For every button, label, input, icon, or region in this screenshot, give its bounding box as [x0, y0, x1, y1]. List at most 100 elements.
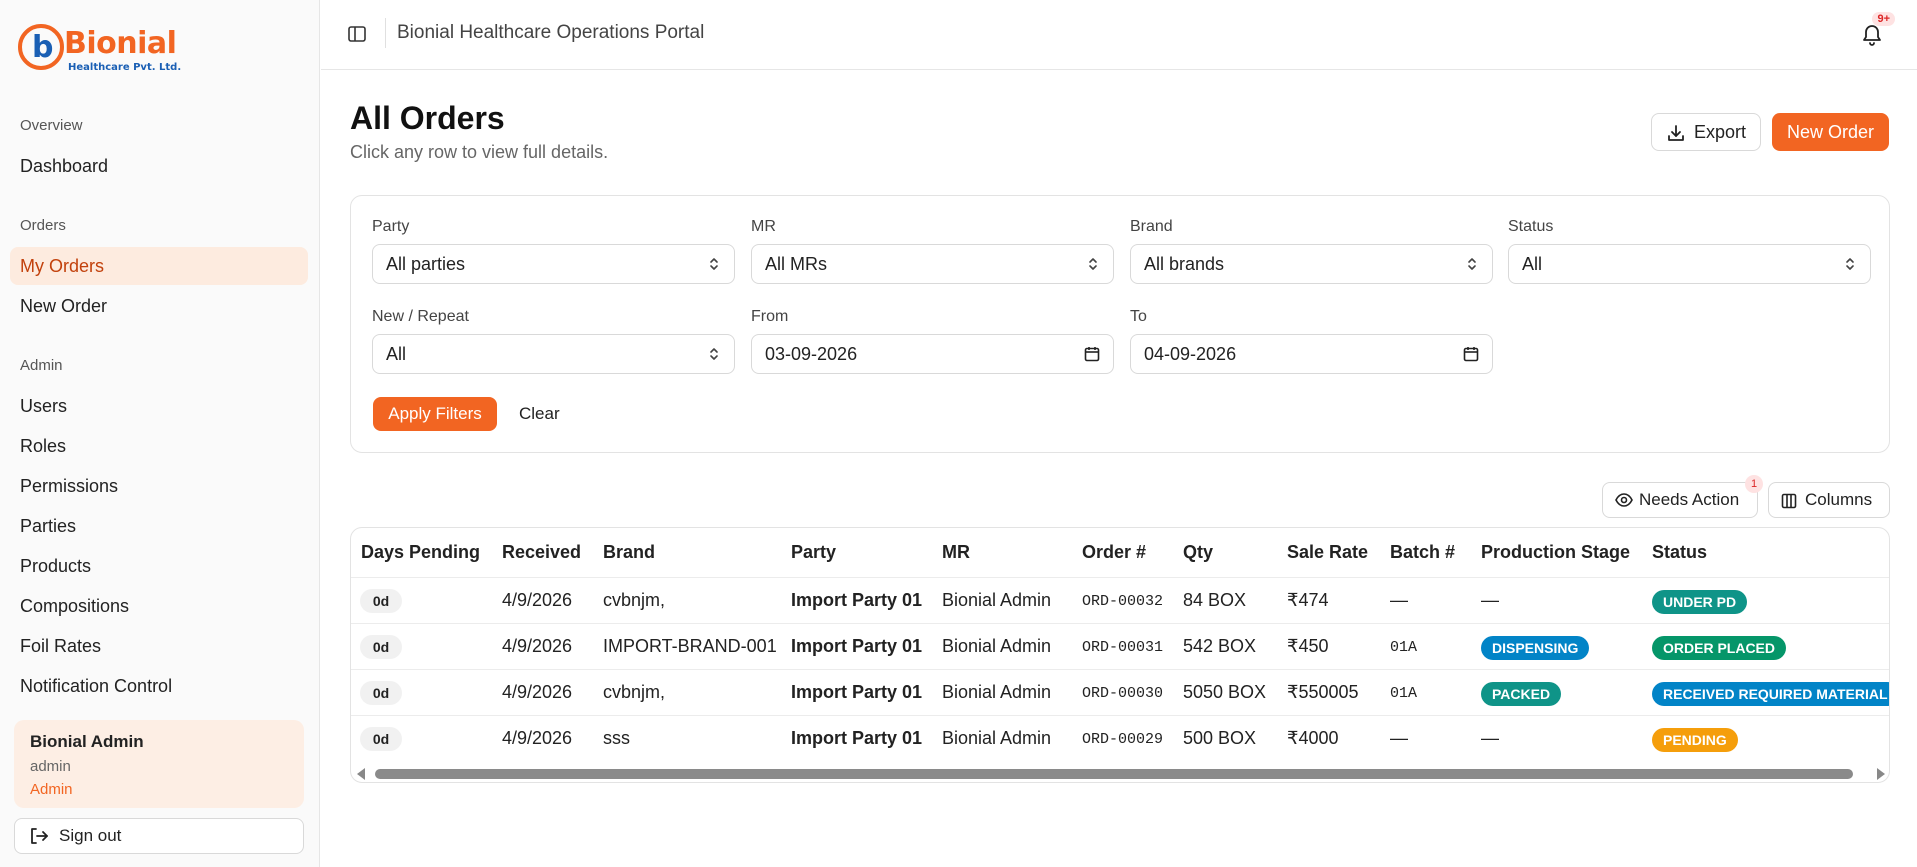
sidebar-toggle-icon[interactable] — [347, 24, 367, 44]
scrollbar-thumb[interactable] — [375, 769, 1853, 779]
column-header-received[interactable]: Received — [502, 542, 581, 563]
logo-tagline: Healthcare Pvt. Ltd. — [68, 62, 182, 73]
chevron-up-down-icon — [710, 258, 718, 270]
received-date: 4/9/2026 — [502, 728, 573, 748]
chevron-up-down-icon — [1468, 258, 1476, 270]
status-badge: PENDING — [1652, 728, 1738, 752]
export-button[interactable]: Export — [1651, 113, 1761, 151]
chevron-up-down-icon — [1846, 258, 1854, 270]
calendar-icon[interactable] — [1463, 346, 1479, 362]
user-login: admin — [30, 758, 71, 775]
qty-cell: 84 BOX — [1183, 590, 1247, 610]
qty-cell: 542 BOX — [1183, 636, 1257, 656]
table-row[interactable]: 0d 4/9/2026 sss Import Party 01 Bionial … — [351, 715, 1889, 761]
batch-number-cell: 01A — [1390, 639, 1418, 656]
sidebar-item-my-orders[interactable]: My Orders — [10, 247, 308, 285]
party-select[interactable]: All parties — [372, 244, 735, 284]
topbar-divider — [385, 18, 386, 48]
sidebar-item-dashboard[interactable]: Dashboard — [10, 147, 308, 185]
received-date: 4/9/2026 — [502, 682, 573, 702]
scroll-right-arrow-icon[interactable] — [1877, 768, 1885, 780]
sidebar-item-users[interactable]: Users — [10, 387, 308, 425]
sidebar-item-permissions[interactable]: Permissions — [10, 467, 308, 505]
page-title: All Orders — [350, 100, 505, 136]
page-subtitle: Click any row to view full details. — [350, 142, 609, 162]
column-header-qty[interactable]: Qty — [1183, 542, 1213, 563]
sidebar-item-notification-control[interactable]: Notification Control — [10, 667, 308, 705]
status-badge: UNDER PD — [1652, 590, 1748, 614]
status-badge: ORDER PLACED — [1652, 636, 1787, 660]
mr-cell: Bionial Admin — [942, 682, 1052, 702]
column-header-order-number[interactable]: Order # — [1082, 542, 1146, 563]
nav-group-admin: Admin — [20, 357, 63, 374]
brand-select[interactable]: All brands — [1130, 244, 1493, 284]
download-icon — [1668, 125, 1684, 141]
sign-out-icon — [31, 828, 48, 844]
sidebar-item-compositions[interactable]: Compositions — [10, 587, 308, 625]
user-card: Bionial Admin admin Admin — [14, 720, 304, 808]
clear-filters-button[interactable]: Clear — [519, 397, 560, 431]
table-row[interactable]: 0d 4/9/2026 cvbnjm, Import Party 01 Bion… — [351, 669, 1889, 715]
sidebar-item-products[interactable]: Products — [10, 547, 308, 585]
batch-number-cell: — — [1390, 728, 1408, 748]
order-number-cell: ORD-00030 — [1082, 685, 1164, 702]
qty-cell: 500 BOX — [1183, 728, 1257, 748]
days-pending-pill: 0d — [360, 727, 402, 751]
to-date-label: To — [1130, 308, 1147, 325]
sidebar-item-new-order[interactable]: New Order — [10, 287, 308, 325]
apply-filters-button[interactable]: Apply Filters — [373, 397, 497, 431]
days-pending-pill: 0d — [360, 589, 402, 613]
received-date: 4/9/2026 — [502, 590, 573, 610]
column-header-days-pending[interactable]: Days Pending — [361, 542, 480, 563]
party-cell: Import Party 01 — [791, 728, 923, 748]
new-order-button[interactable]: New Order — [1772, 113, 1889, 151]
calendar-icon[interactable] — [1084, 346, 1100, 362]
table-row[interactable]: 0d 4/9/2026 IMPORT-BRAND-001 Import Part… — [351, 623, 1889, 669]
mr-select[interactable]: All MRs — [751, 244, 1114, 284]
mr-filter-label: MR — [751, 218, 776, 235]
needs-action-label: Needs Action — [1639, 490, 1740, 509]
needs-action-count-badge: 1 — [1745, 475, 1763, 493]
brand-cell: IMPORT-BRAND-001 — [603, 636, 777, 656]
sidebar-item-foil-rates[interactable]: Foil Rates — [10, 627, 308, 665]
column-header-brand[interactable]: Brand — [603, 542, 655, 563]
columns-button[interactable]: Columns — [1768, 482, 1890, 518]
sign-out-button[interactable]: Sign out — [14, 818, 304, 854]
sidebar-item-roles[interactable]: Roles — [10, 427, 308, 465]
production-stage-cell: — — [1481, 590, 1499, 610]
mr-cell: Bionial Admin — [942, 636, 1052, 656]
party-cell: Import Party 01 — [791, 590, 923, 610]
columns-label: Columns — [1805, 490, 1873, 509]
new-repeat-select-value: All — [386, 344, 407, 364]
scroll-left-arrow-icon[interactable] — [357, 768, 365, 780]
status-select[interactable]: All — [1508, 244, 1871, 284]
column-header-party[interactable]: Party — [791, 542, 836, 563]
export-label: Export — [1694, 122, 1747, 142]
status-badge: RECEIVED REQUIRED MATERIAL — [1652, 682, 1889, 706]
order-number-cell: ORD-00029 — [1082, 731, 1164, 748]
mr-cell: Bionial Admin — [942, 728, 1052, 748]
new-repeat-filter-label: New / Repeat — [372, 308, 469, 325]
horizontal-scrollbar[interactable] — [351, 764, 1889, 782]
column-header-production-stage[interactable]: Production Stage — [1481, 542, 1630, 563]
table-row[interactable]: 0d 4/9/2026 cvbnjm, Import Party 01 Bion… — [351, 577, 1889, 623]
column-header-sale-rate[interactable]: Sale Rate — [1287, 542, 1368, 563]
brand-cell: cvbnjm, — [603, 590, 666, 610]
top-bar: Bionial Healthcare Operations Portal 9+ — [321, 0, 1917, 70]
brand-logo[interactable]: Bionial Healthcare Pvt. Ltd. — [18, 22, 188, 74]
needs-action-button[interactable]: Needs Action — [1602, 482, 1758, 518]
user-role: Admin — [30, 781, 73, 798]
column-header-status[interactable]: Status — [1652, 542, 1707, 563]
column-header-batch-number[interactable]: Batch # — [1390, 542, 1455, 563]
from-date-input[interactable]: 03-09-2026 — [751, 334, 1114, 374]
user-name: Bionial Admin — [30, 732, 144, 751]
nav-group-orders: Orders — [20, 217, 66, 234]
to-date-input[interactable]: 04-09-2026 — [1130, 334, 1493, 374]
logo-wordmark: Bionial — [64, 26, 177, 61]
from-date-label: From — [751, 308, 789, 325]
sidebar-item-parties[interactable]: Parties — [10, 507, 308, 545]
column-header-mr[interactable]: MR — [942, 542, 970, 563]
sale-rate-cell: ₹474 — [1287, 590, 1329, 610]
new-repeat-select[interactable]: All — [372, 334, 735, 374]
chevron-up-down-icon — [1089, 258, 1097, 270]
